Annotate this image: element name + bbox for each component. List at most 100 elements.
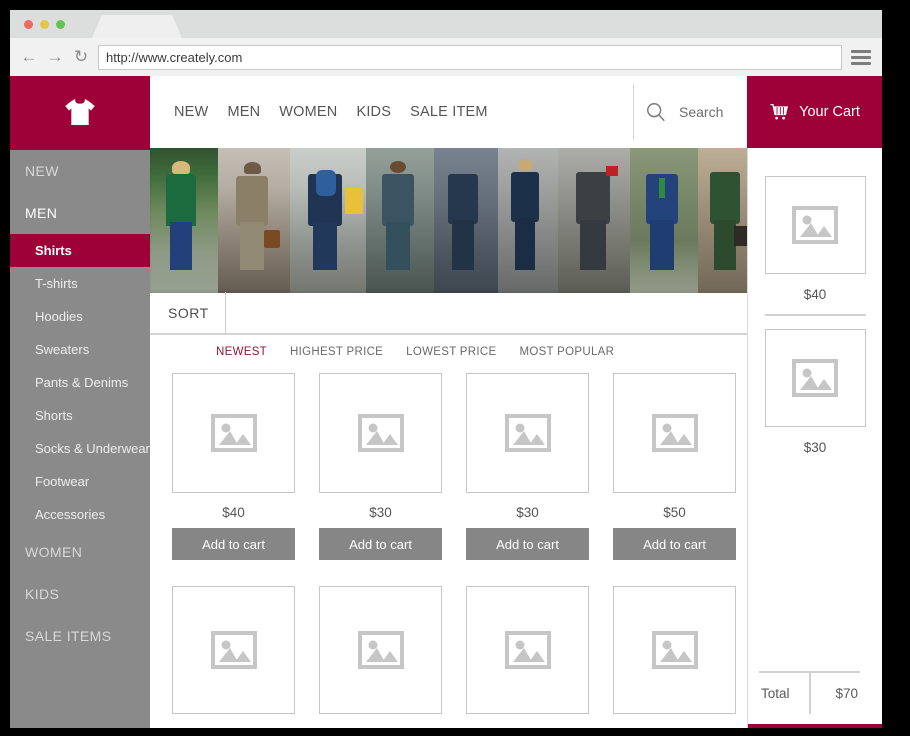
your-cart-label: Your Cart xyxy=(799,104,860,120)
cart-total-value: $70 xyxy=(811,686,861,701)
forward-arrow-icon[interactable]: → xyxy=(44,46,66,68)
sidebar-item-t-shirts[interactable]: T-shirts xyxy=(10,267,150,300)
nav-item-sale-item[interactable]: SALE ITEM xyxy=(410,104,488,120)
sidebar: NEW MEN Shirts T-shirts Hoodies Sweaters… xyxy=(10,148,150,728)
sort-option-most-popular[interactable]: MOST POPULAR xyxy=(519,346,614,358)
banner-photo-4 xyxy=(366,148,434,293)
product-card[interactable] xyxy=(613,586,736,714)
sidebar-group-sale-items[interactable]: SALE ITEMS xyxy=(10,615,150,657)
image-placeholder-icon xyxy=(358,631,404,669)
sidebar-item-socks-underwear[interactable]: Socks & Underwear xyxy=(10,432,150,465)
nav-item-kids[interactable]: KIDS xyxy=(356,104,391,120)
sort-option-lowest-price[interactable]: LOWEST PRICE xyxy=(406,346,496,358)
product-card[interactable]: $30 Add to cart xyxy=(319,373,442,560)
product-thumbnail[interactable] xyxy=(466,373,589,493)
sidebar-group-new[interactable]: NEW xyxy=(10,150,150,192)
banner-photo-7 xyxy=(558,148,630,293)
cart-item[interactable]: $30 xyxy=(759,329,871,455)
search-input[interactable]: Search xyxy=(679,104,723,120)
address-bar[interactable]: http://www.creately.com xyxy=(98,45,842,70)
product-thumbnail[interactable] xyxy=(172,586,295,714)
image-placeholder-icon xyxy=(211,414,257,452)
product-card[interactable] xyxy=(319,586,442,714)
product-thumbnail[interactable] xyxy=(613,586,736,714)
sort-divider xyxy=(225,292,226,334)
main-navigation: NEW MEN WOMEN KIDS SALE ITEM xyxy=(174,104,488,120)
add-to-cart-button[interactable]: Add to cart xyxy=(613,528,736,560)
cart-total-row: Total $70 xyxy=(759,671,860,713)
minimize-window-button[interactable] xyxy=(40,20,49,29)
banner-photo-8 xyxy=(630,148,698,293)
back-arrow-icon[interactable]: ← xyxy=(18,46,40,68)
sidebar-item-shirts[interactable]: Shirts xyxy=(10,234,150,267)
sort-bar: SORT xyxy=(150,293,757,335)
banner-photo-2 xyxy=(218,148,290,293)
sidebar-group-men[interactable]: MEN xyxy=(10,192,150,234)
image-placeholder-icon xyxy=(505,631,551,669)
shopping-cart-icon xyxy=(769,103,790,121)
nav-item-new[interactable]: NEW xyxy=(174,104,208,120)
product-thumbnail[interactable] xyxy=(319,373,442,493)
cart-item-thumbnail[interactable] xyxy=(765,176,866,274)
cart-panel: $40 $30 Total xyxy=(747,148,882,728)
product-price: $30 xyxy=(516,493,539,528)
sidebar-item-shorts[interactable]: Shorts xyxy=(10,399,150,432)
sidebar-group-kids[interactable]: KIDS xyxy=(10,573,150,615)
sidebar-item-hoodies[interactable]: Hoodies xyxy=(10,300,150,333)
product-thumbnail[interactable] xyxy=(319,586,442,714)
browser-toolbar: ← → ↻ http://www.creately.com xyxy=(10,38,882,76)
tshirt-logo-icon xyxy=(63,95,97,129)
banner-photo-1 xyxy=(150,148,218,293)
nav-item-women[interactable]: WOMEN xyxy=(279,104,337,120)
browser-tab[interactable] xyxy=(92,15,182,38)
product-price: $40 xyxy=(222,493,245,528)
add-to-cart-button[interactable]: Add to cart xyxy=(172,528,295,560)
sort-label: SORT xyxy=(150,305,225,321)
main-navigation-area: NEW MEN WOMEN KIDS SALE ITEM Search xyxy=(150,76,747,148)
checkout-button[interactable]: CHECKUOT xyxy=(748,724,882,728)
browser-titlebar xyxy=(10,10,882,38)
main-content: SORT NEWEST HIGHEST PRICE LOWEST PRICE M… xyxy=(150,148,757,728)
product-card[interactable]: $50 Add to cart xyxy=(613,373,736,560)
product-card[interactable] xyxy=(172,586,295,714)
search-area[interactable]: Search xyxy=(645,76,723,148)
browser-window: ← → ↻ http://www.creately.com NEW MEN WO… xyxy=(10,10,882,728)
hero-banner[interactable] xyxy=(150,148,757,293)
cart-item-thumbnail[interactable] xyxy=(765,329,866,427)
image-placeholder-icon xyxy=(358,414,404,452)
sort-option-newest[interactable]: NEWEST xyxy=(216,346,267,358)
product-thumbnail[interactable] xyxy=(172,373,295,493)
product-card[interactable] xyxy=(466,586,589,714)
sidebar-item-pants-denims[interactable]: Pants & Denims xyxy=(10,366,150,399)
sidebar-group-women[interactable]: WOMEN xyxy=(10,531,150,573)
close-window-button[interactable] xyxy=(24,20,33,29)
product-grid-row-2 xyxy=(150,560,757,714)
maximize-window-button[interactable] xyxy=(56,20,65,29)
cart-item-price: $40 xyxy=(804,274,827,302)
sidebar-item-footwear[interactable]: Footwear xyxy=(10,465,150,498)
cart-item[interactable]: $40 xyxy=(759,176,871,302)
sort-options: NEWEST HIGHEST PRICE LOWEST PRICE MOST P… xyxy=(150,335,757,366)
add-to-cart-button[interactable]: Add to cart xyxy=(466,528,589,560)
product-card[interactable]: $30 Add to cart xyxy=(466,373,589,560)
add-to-cart-button[interactable]: Add to cart xyxy=(319,528,442,560)
nav-item-men[interactable]: MEN xyxy=(227,104,260,120)
product-price: $30 xyxy=(369,493,392,528)
sidebar-item-label: Shirts xyxy=(35,243,72,258)
image-placeholder-icon xyxy=(652,414,698,452)
sidebar-item-accessories[interactable]: Accessories xyxy=(10,498,150,531)
site-logo[interactable] xyxy=(10,76,150,148)
sort-option-highest-price[interactable]: HIGHEST PRICE xyxy=(290,346,383,358)
product-card[interactable]: $40 Add to cart xyxy=(172,373,295,560)
banner-photo-5 xyxy=(434,148,498,293)
search-icon xyxy=(645,101,667,123)
your-cart-button[interactable]: Your Cart xyxy=(747,76,882,148)
product-thumbnail[interactable] xyxy=(613,373,736,493)
sidebar-item-sweaters[interactable]: Sweaters xyxy=(10,333,150,366)
url-text: http://www.creately.com xyxy=(106,50,242,65)
image-placeholder-icon xyxy=(792,206,838,244)
product-thumbnail[interactable] xyxy=(466,586,589,714)
hamburger-menu-icon[interactable] xyxy=(848,50,874,65)
reload-icon[interactable]: ↻ xyxy=(70,46,92,68)
cart-item-price: $30 xyxy=(804,427,827,455)
